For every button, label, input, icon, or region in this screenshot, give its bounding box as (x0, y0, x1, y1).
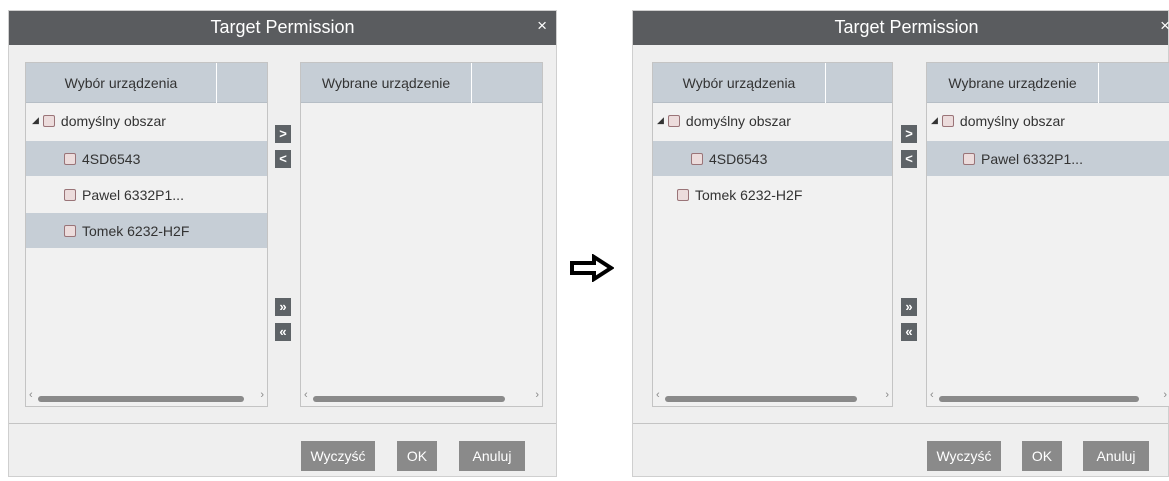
scroll-left-icon[interactable]: ‹ (29, 389, 33, 401)
scroll-right-icon[interactable]: › (885, 389, 889, 401)
checkbox[interactable] (963, 152, 975, 165)
horizontal-scrollbar[interactable]: ‹ › (653, 389, 892, 406)
device-label: 4SD6543 (82, 150, 141, 167)
scroll-left-icon[interactable]: ‹ (930, 389, 934, 401)
target-permission-dialog-before: Target Permission × Wybór urządzenia ◢ d… (8, 10, 557, 477)
expand-triangle-icon[interactable]: ◢ (931, 115, 938, 126)
tree-device-row[interactable]: 4SD6543 (26, 141, 267, 176)
tree-group-row[interactable]: ◢ domyślny obszar (26, 103, 267, 138)
tree-group-row[interactable]: ◢ domyślny obszar (927, 103, 1169, 138)
expand-triangle-icon[interactable]: ◢ (32, 115, 39, 126)
column-header-device-selection[interactable]: Wybór urządzenia (26, 63, 216, 103)
move-all-right-button[interactable]: » (275, 298, 291, 316)
checkbox[interactable] (64, 224, 76, 237)
device-label: Pawel 6332P1... (981, 150, 1083, 167)
selected-devices-header: Wybrane urządzenie (301, 63, 542, 103)
device-selection-panel: Wybór urządzenia ◢ domyślny obszar 4SD65… (25, 62, 268, 407)
column-header-selected-devices[interactable]: Wybrane urządzenie (927, 63, 1098, 103)
expand-triangle-icon[interactable]: ◢ (657, 115, 664, 126)
checkbox[interactable] (64, 188, 76, 201)
scroll-right-icon[interactable]: › (1163, 389, 1167, 401)
cancel-button[interactable]: Anuluj (459, 441, 525, 471)
scrollbar-thumb[interactable] (939, 396, 1139, 402)
ok-button[interactable]: OK (397, 441, 437, 471)
target-permission-dialog-after: Target Permission × Wybór urządzenia ◢ d… (632, 10, 1169, 477)
selected-devices-header: Wybrane urządzenie (927, 63, 1169, 103)
close-icon[interactable]: × (1160, 16, 1169, 36)
scroll-left-icon[interactable]: ‹ (304, 389, 308, 401)
checkbox[interactable] (677, 188, 689, 201)
horizontal-scrollbar[interactable]: ‹ › (301, 389, 542, 406)
group-label: domyślny obszar (685, 112, 791, 129)
group-label: domyślny obszar (60, 112, 166, 129)
checkbox[interactable] (691, 152, 703, 165)
dialog-title: Target Permission (210, 17, 355, 37)
horizontal-scrollbar[interactable]: ‹ › (927, 389, 1169, 406)
move-all-right-button[interactable]: » (901, 298, 917, 316)
device-label: Tomek 6232-H2F (82, 222, 190, 239)
checkbox[interactable] (42, 114, 55, 127)
clear-button[interactable]: Wyczyść (301, 441, 375, 471)
horizontal-scrollbar[interactable]: ‹ › (26, 389, 267, 406)
device-label: Pawel 6332P1... (82, 186, 184, 203)
cancel-button[interactable]: Anuluj (1083, 441, 1149, 471)
scrollbar-thumb[interactable] (665, 396, 857, 402)
footer-divider (9, 423, 556, 424)
transition-arrow-icon (570, 254, 614, 282)
scroll-right-icon[interactable]: › (260, 389, 264, 401)
checkbox[interactable] (64, 152, 76, 165)
device-selection-header: Wybór urządzenia (653, 63, 892, 103)
selected-devices-panel: Wybrane urządzenie ◢ domyślny obszar Paw… (926, 62, 1169, 407)
move-right-button[interactable]: > (275, 125, 291, 143)
move-right-button[interactable]: > (901, 125, 917, 143)
column-header-selected-devices[interactable]: Wybrane urządzenie (301, 63, 471, 103)
selected-devices-panel: Wybrane urządzenie ‹ › (300, 62, 543, 407)
move-left-button[interactable]: < (901, 150, 917, 168)
column-header-device-selection[interactable]: Wybór urządzenia (653, 63, 825, 103)
tree-device-row[interactable]: 4SD6543 (653, 141, 892, 176)
tree-device-row[interactable]: Pawel 6332P1... (927, 141, 1169, 176)
ok-button[interactable]: OK (1022, 441, 1062, 471)
checkbox[interactable] (667, 114, 680, 127)
tree-device-row[interactable]: Tomek 6232-H2F (26, 213, 267, 248)
move-all-left-button[interactable]: « (901, 323, 917, 341)
tree-device-row[interactable]: Tomek 6232-H2F (653, 177, 892, 212)
dialog-title: Target Permission (834, 17, 979, 37)
column-separator (1098, 63, 1099, 103)
scrollbar-thumb[interactable] (313, 396, 505, 402)
column-separator (825, 63, 826, 103)
column-separator (216, 63, 217, 103)
tree-device-row[interactable]: Pawel 6332P1... (26, 177, 267, 212)
clear-button[interactable]: Wyczyść (927, 441, 1001, 471)
scroll-right-icon[interactable]: › (535, 389, 539, 401)
tree-group-row[interactable]: ◢ domyślny obszar (653, 103, 892, 138)
device-label: Tomek 6232-H2F (695, 186, 803, 203)
device-label: 4SD6543 (709, 150, 768, 167)
scroll-left-icon[interactable]: ‹ (656, 389, 660, 401)
footer-divider (633, 423, 1168, 424)
move-all-left-button[interactable]: « (275, 323, 291, 341)
move-left-button[interactable]: < (275, 150, 291, 168)
dialog-titlebar: Target Permission × (633, 11, 1169, 45)
checkbox[interactable] (941, 114, 954, 127)
dialog-titlebar: Target Permission × (9, 11, 556, 45)
device-selection-panel: Wybór urządzenia ◢ domyślny obszar 4SD65… (652, 62, 893, 407)
column-separator (471, 63, 472, 103)
close-icon[interactable]: × (537, 16, 547, 36)
group-label: domyślny obszar (959, 112, 1065, 129)
scrollbar-thumb[interactable] (38, 396, 244, 402)
device-selection-header: Wybór urządzenia (26, 63, 267, 103)
